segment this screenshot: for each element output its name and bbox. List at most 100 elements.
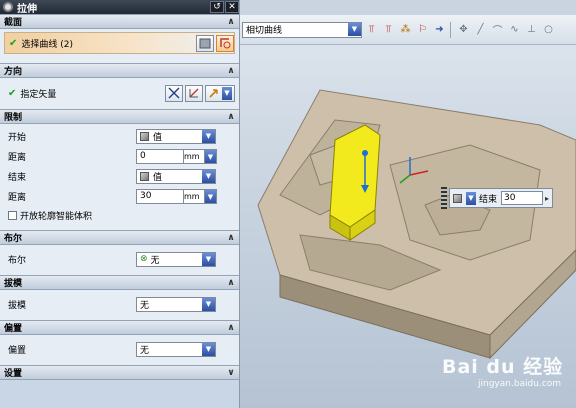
draft-value: 无 <box>140 300 150 311</box>
start-distance-input[interactable]: 0 <box>136 148 184 164</box>
watermark: Bai du 经验 jingyan.baidu.com <box>442 352 570 392</box>
vector-dialog-button[interactable] <box>185 84 203 102</box>
curve-rule-select[interactable]: 相切曲线 ▼ <box>242 21 362 38</box>
chevron-down-icon[interactable]: ▼ <box>202 252 215 266</box>
section-header-section[interactable]: 截面 ∧ <box>0 14 239 29</box>
tangent-icon[interactable]: ⊥ <box>524 22 539 38</box>
section-header-offset[interactable]: 偏置 ∧ <box>0 320 239 335</box>
chevron-down-icon[interactable]: ▼ <box>222 86 232 100</box>
path-selection-icon[interactable]: ⚐ <box>415 22 430 38</box>
end-label: 结束 <box>8 172 27 183</box>
cube-icon <box>140 171 149 181</box>
draft-select[interactable]: 无 ▼ <box>136 296 216 312</box>
boolean-none-icon: ⊗ <box>140 254 148 264</box>
select-curve-row[interactable]: ✔ 选择曲线 (2) <box>4 32 235 54</box>
dynamic-input-box: ▼ 结束 30 ▸ <box>441 184 558 212</box>
chevron-down-icon[interactable]: ▼ <box>202 297 215 311</box>
draft-label: 拔模 <box>8 300 27 311</box>
section-body-draft: 拔模 无 ▼ <box>0 290 239 320</box>
open-profile-row: 开放轮廓智能体积 <box>0 206 239 224</box>
section-label: 截面 <box>4 18 23 28</box>
dynamic-input-field[interactable]: 30 <box>501 191 544 205</box>
reset-button[interactable]: ↺ <box>210 1 224 13</box>
end-distance-input[interactable]: 30 <box>136 188 184 204</box>
spline-icon[interactable]: ∿ <box>507 22 522 38</box>
chevron-up-icon[interactable]: ∧ <box>223 112 239 122</box>
start-option-value: 值 <box>153 132 163 143</box>
chevron-up-icon[interactable]: ∧ <box>223 323 239 333</box>
open-profile-checkbox[interactable] <box>8 210 17 220</box>
sketch-icon <box>199 38 211 48</box>
chevron-down-icon[interactable]: ▼ <box>202 169 215 183</box>
sketch-section-button[interactable] <box>196 34 214 52</box>
cube-icon <box>453 193 462 203</box>
watermark-url: jingyan.baidu.com <box>478 379 562 389</box>
section-body-section: ✔ 选择曲线 (2) <box>0 29 239 63</box>
offset-select[interactable]: 无 ▼ <box>136 341 216 357</box>
limits-label: 限制 <box>4 113 23 123</box>
chevron-up-icon[interactable]: ∧ <box>223 17 239 27</box>
chevron-down-icon[interactable]: ∨ <box>223 368 239 378</box>
curve-icon <box>219 38 230 49</box>
toolbar-divider <box>450 21 451 38</box>
section-header-limits[interactable]: 限制 ∧ <box>0 109 239 124</box>
open-profile-label: 开放轮廓智能体积 <box>20 211 93 222</box>
chevron-up-icon[interactable]: ∧ <box>223 233 239 243</box>
snap-point-icon[interactable]: ✥ <box>456 22 471 38</box>
specify-vector-label: 指定矢量 <box>20 89 57 100</box>
boolean-header-label: 布尔 <box>4 234 23 244</box>
extrude-dialog: 拉伸 ↺ ✕ 截面 ∧ ✔ 选择曲线 (2) 方向 ∧ ✔ 指定矢量 ▼ 限制 … <box>0 0 240 408</box>
watermark-logo: Bai du 经验 <box>442 356 564 378</box>
curve-icon[interactable]: ⌒ <box>490 22 505 38</box>
section-body-limits: 开始 值 ▼ 距离 0 mm ▼ 结束 值 ▼ 距离 30 mm ▼ 开放轮廓智… <box>0 124 239 230</box>
offset-label: 偏置 <box>8 345 27 356</box>
chevron-up-icon[interactable]: ∧ <box>223 278 239 288</box>
select-curve-label: 选择曲线 (2) <box>21 39 74 50</box>
chain-within-feature-icon[interactable]: ⁂ <box>398 22 413 38</box>
boolean-select[interactable]: ⊗ 无 ▼ <box>136 251 216 267</box>
reverse-direction-button[interactable] <box>165 84 183 102</box>
chevron-up-icon[interactable]: ∧ <box>223 66 239 76</box>
line-icon[interactable]: ╱ <box>473 22 488 38</box>
start-label: 开始 <box>8 132 27 143</box>
end-option-select[interactable]: 值 ▼ <box>136 168 216 184</box>
specify-vector-row[interactable]: ✔ 指定矢量 ▼ <box>4 81 235 105</box>
section-header-draft[interactable]: 拔模 ∧ <box>0 275 239 290</box>
start-distance-unit: mm <box>184 148 204 164</box>
chevron-down-icon[interactable]: ▼ <box>466 191 476 205</box>
arrow-right-icon[interactable]: ➜ <box>432 22 447 38</box>
circle-icon[interactable]: ○ <box>541 22 556 38</box>
draft-row: 拔模 无 ▼ <box>0 294 239 314</box>
end-distance-unit: mm <box>184 188 204 204</box>
drag-handle[interactable] <box>441 187 447 209</box>
chevron-down-icon[interactable]: ▼ <box>202 129 215 143</box>
limit-end-distance-row: 距离 30 mm ▼ <box>0 186 239 206</box>
section-header-direction[interactable]: 方向 ∧ <box>0 63 239 78</box>
chevron-down-icon[interactable]: ▼ <box>202 342 215 356</box>
gear-icon[interactable] <box>3 2 13 12</box>
vector-options-dropdown[interactable]: ▼ <box>205 84 235 102</box>
start-option-select[interactable]: 值 ▼ <box>136 128 216 144</box>
vector-dialog-icon <box>189 88 199 98</box>
dialog-titlebar: 拉伸 ↺ ✕ <box>0 0 239 15</box>
chevron-down-icon[interactable]: ▼ <box>348 23 361 36</box>
curve-selection-button[interactable] <box>216 34 234 52</box>
end-distance-menu-button[interactable]: ▼ <box>204 188 217 204</box>
start-distance-menu-button[interactable]: ▼ <box>204 148 217 164</box>
follow-fillet-icon[interactable]: ⫪ <box>381 22 396 38</box>
check-icon: ✔ <box>8 87 17 99</box>
chevron-right-icon[interactable]: ▸ <box>545 194 549 203</box>
extrude-handle[interactable] <box>362 150 368 156</box>
close-button[interactable]: ✕ <box>225 1 239 13</box>
boolean-row: 布尔 ⊗ 无 ▼ <box>0 249 239 269</box>
offset-header-label: 偏置 <box>4 324 23 334</box>
direction-label: 方向 <box>4 67 23 77</box>
end-distance-label: 距离 <box>8 192 27 203</box>
boolean-value: 无 <box>150 255 160 266</box>
limit-start-row: 开始 值 ▼ <box>0 126 239 146</box>
section-header-boolean[interactable]: 布尔 ∧ <box>0 230 239 245</box>
stop-at-intersection-icon[interactable]: ⫪ <box>364 22 379 38</box>
curve-rule-value: 相切曲线 <box>246 26 283 36</box>
section-header-settings[interactable]: 设置 ∨ <box>0 365 239 380</box>
reverse-direction-icon <box>168 87 180 99</box>
